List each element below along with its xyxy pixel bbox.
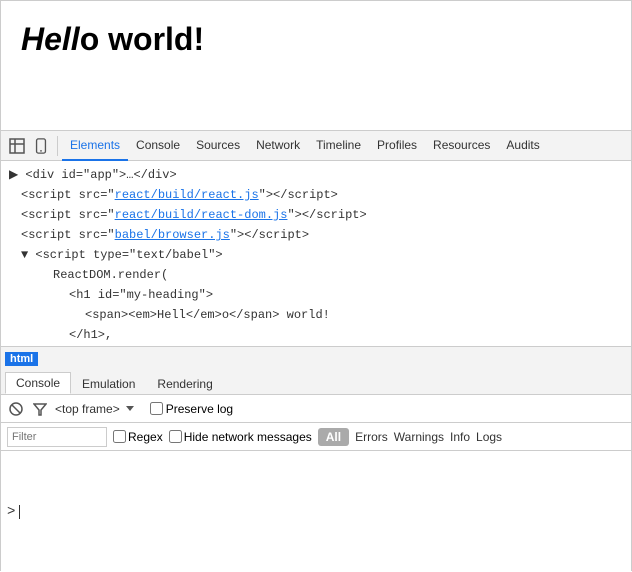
preview-area: Hello world!: [1, 1, 631, 131]
tab-profiles[interactable]: Profiles: [369, 131, 425, 161]
tab-network[interactable]: Network: [248, 131, 308, 161]
bottom-tab-rendering[interactable]: Rendering: [146, 372, 223, 394]
code-line-3: <script src="react/build/react-dom.js"><…: [1, 205, 631, 225]
hide-network-checkbox[interactable]: [169, 430, 182, 443]
hide-network-label: Hide network messages: [184, 430, 312, 444]
preserve-log-label: Preserve log: [166, 402, 233, 416]
code-line-9: </h1>,: [1, 325, 631, 345]
console-toolbar: <top frame> Preserve log: [1, 395, 631, 423]
code-line-8: <span><em>Hell</em>o</span> world!: [1, 305, 631, 325]
react-link[interactable]: react/build/react.js: [115, 188, 259, 202]
tab-sources[interactable]: Sources: [188, 131, 248, 161]
clear-console-icon[interactable]: [7, 400, 25, 418]
tab-elements[interactable]: Elements: [62, 131, 128, 161]
filter-icon[interactable]: [31, 400, 49, 418]
regex-label: Regex: [128, 430, 163, 444]
tabs-separator: [57, 136, 58, 156]
html-badge: html: [5, 352, 38, 366]
regex-option[interactable]: Regex: [113, 430, 163, 444]
frame-label: <top frame>: [55, 402, 120, 416]
tab-resources[interactable]: Resources: [425, 131, 498, 161]
inspector-icon[interactable]: [5, 134, 29, 158]
console-input-area[interactable]: >: [1, 451, 631, 572]
babel-link[interactable]: babel/browser.js: [115, 228, 230, 242]
bottom-tab-console[interactable]: Console: [5, 372, 71, 394]
level-all-btn[interactable]: All: [318, 428, 349, 446]
code-line-2: <script src="react/build/react.js"></scr…: [1, 185, 631, 205]
level-errors-btn[interactable]: Errors: [355, 430, 388, 444]
devtools-panel: Elements Console Sources Network Timelin…: [1, 131, 631, 572]
preview-heading: Hello world!: [21, 21, 611, 58]
filter-bar: Regex Hide network messages All Errors W…: [1, 423, 631, 451]
tab-console[interactable]: Console: [128, 131, 188, 161]
code-line-1: ▶ <div id="app">…</div>: [1, 165, 631, 185]
filter-input[interactable]: [7, 427, 107, 447]
heading-normal: o world!: [80, 21, 204, 57]
preserve-log-input[interactable]: [150, 402, 163, 415]
frame-dropdown-icon: [126, 406, 134, 411]
code-line-7: <h1 id="my-heading">: [1, 285, 631, 305]
hide-network-option[interactable]: Hide network messages: [169, 430, 312, 444]
tab-timeline[interactable]: Timeline: [308, 131, 369, 161]
level-logs-btn[interactable]: Logs: [476, 430, 502, 444]
bottom-tab-emulation[interactable]: Emulation: [71, 372, 146, 394]
console-prompt: >: [7, 504, 15, 520]
preserve-log-checkbox[interactable]: Preserve log: [150, 402, 233, 416]
tab-audits[interactable]: Audits: [498, 131, 547, 161]
console-cursor: [19, 505, 20, 519]
code-line-5: ▼ <script type="text/babel">: [1, 245, 631, 265]
code-line-4: <script src="babel/browser.js"></script>: [1, 225, 631, 245]
devtools-tabs-bar: Elements Console Sources Network Timelin…: [1, 131, 631, 161]
level-info-btn[interactable]: Info: [450, 430, 470, 444]
bottom-tabs: Console Emulation Rendering: [1, 369, 631, 395]
mobile-icon[interactable]: [29, 134, 53, 158]
react-dom-link[interactable]: react/build/react-dom.js: [115, 208, 288, 222]
console-area: <top frame> Preserve log Regex Hide netw…: [1, 395, 631, 572]
regex-checkbox[interactable]: [113, 430, 126, 443]
heading-italic: Hell: [21, 21, 80, 57]
level-warnings-btn[interactable]: Warnings: [394, 430, 444, 444]
frame-selector[interactable]: <top frame>: [55, 402, 134, 416]
elements-panel: ▶ <div id="app">…</div> <script src="rea…: [1, 161, 631, 347]
code-line-6: ReactDOM.render(: [1, 265, 631, 285]
